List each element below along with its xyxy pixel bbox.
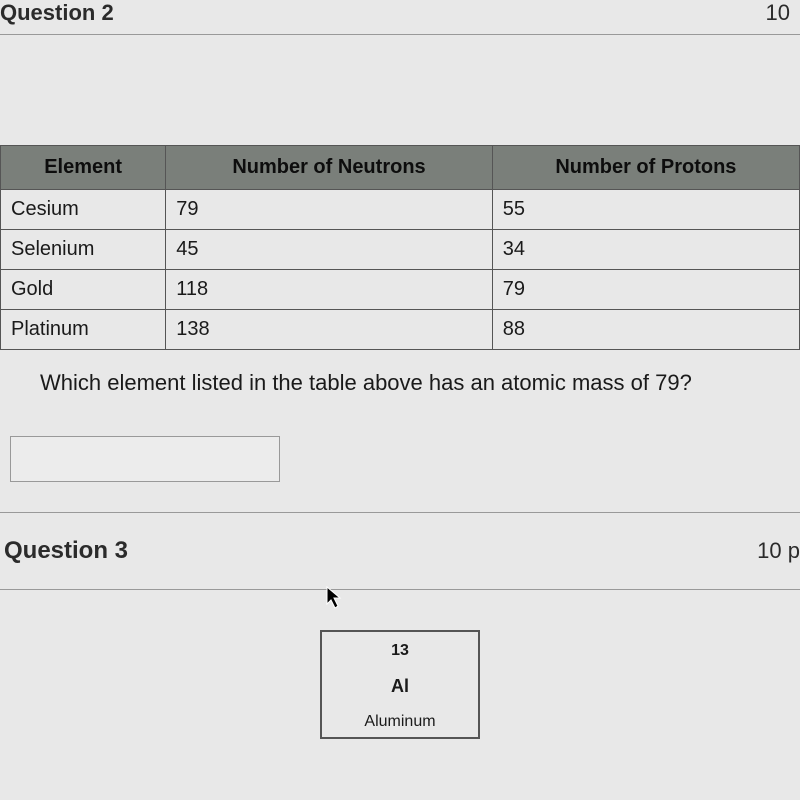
question-3-title: Question 3 [4,537,128,565]
cell-neutrons: 118 [166,270,493,310]
cell-element: Gold [1,270,166,310]
cell-neutrons: 79 [166,190,493,230]
question-2-header: Question 2 10 [0,0,800,35]
elements-table: Element Number of Neutrons Number of Pro… [0,145,800,350]
table-row: Selenium 45 34 [1,230,800,270]
table-row: Gold 118 79 [1,270,800,310]
question-2-title: Question 2 [0,0,114,26]
question-2-prompt: Which element listed in the table above … [0,350,800,416]
answer-box[interactable] [10,436,280,482]
col-header-protons: Number of Protons [492,146,799,190]
element-tile-wrap: 13 Al Aluminum [0,590,800,739]
cell-element: Selenium [1,230,166,270]
cell-protons: 55 [492,190,799,230]
question-2-points: 10 [766,0,790,26]
question-2-table-wrap: Element Number of Neutrons Number of Pro… [0,35,800,350]
table-row: Platinum 138 88 [1,310,800,350]
element-tile: 13 Al Aluminum [320,630,480,739]
col-header-neutrons: Number of Neutrons [166,146,493,190]
cell-protons: 88 [492,310,799,350]
cell-neutrons: 138 [166,310,493,350]
col-header-element: Element [1,146,166,190]
answer-input[interactable] [11,437,279,481]
cell-protons: 79 [492,270,799,310]
cell-neutrons: 45 [166,230,493,270]
atomic-number: 13 [322,642,478,660]
table-header-row: Element Number of Neutrons Number of Pro… [1,146,800,190]
cursor-icon [326,586,344,615]
element-symbol: Al [322,676,478,697]
question-3-points: 10 p [757,538,800,564]
cell-element: Cesium [1,190,166,230]
table-row: Cesium 79 55 [1,190,800,230]
cell-protons: 34 [492,230,799,270]
question-3-header: Question 3 10 p [0,513,800,590]
cell-element: Platinum [1,310,166,350]
element-name: Aluminum [322,713,478,731]
